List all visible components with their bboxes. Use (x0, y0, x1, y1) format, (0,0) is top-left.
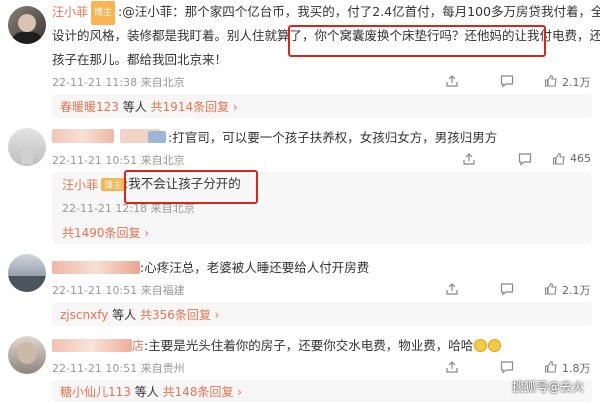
avatar[interactable] (8, 254, 46, 292)
author-badge: 博主 (91, 1, 116, 25)
comment-text-line: 孩子在那儿。都给我回北京来！ (52, 52, 228, 67)
view-replies-link[interactable]: 共356条回复 (140, 308, 211, 322)
like-count: 1.8万 (562, 362, 591, 375)
share-icon[interactable] (445, 74, 459, 88)
like-icon[interactable] (544, 360, 558, 374)
comment-text: :@汪小菲：那个家四个亿台币，我买的，付了2.4亿首付，每月100多万房贷我付着… (118, 4, 600, 19)
comment-icon[interactable] (518, 152, 532, 166)
highlight-box (288, 25, 546, 57)
comment-icon[interactable] (500, 360, 514, 374)
comment-author[interactable]: 汪小菲 (52, 5, 88, 19)
share-icon[interactable] (445, 282, 459, 296)
blurred-username (52, 261, 140, 274)
comment-icon[interactable] (500, 74, 514, 88)
laugh-emoji-icon (488, 339, 502, 352)
comment-timestamp: 22-11-21 10:51 来自贵州 (52, 362, 185, 375)
reply-author[interactable]: 汪小菲 (62, 178, 98, 192)
comment-icon[interactable] (500, 282, 514, 296)
avatar[interactable] (8, 6, 46, 44)
chevron-right-icon: › (233, 385, 243, 399)
like-icon[interactable] (544, 282, 558, 296)
reply-user[interactable]: zjscnxfy (60, 308, 108, 322)
avatar[interactable] (8, 128, 46, 166)
reply-summary[interactable]: 糖小仙儿113 等人 共148条回复 › (52, 380, 592, 402)
share-icon[interactable] (445, 360, 459, 374)
comment-timestamp: 22-11-21 11:38 来自北京 (52, 76, 185, 89)
avatar[interactable] (8, 336, 46, 374)
chevron-right-icon: › (210, 308, 220, 322)
comment-text: :主要是光头住着你的房子，还要你交水电费，物业费，哈哈 (144, 338, 474, 353)
blurred-username (52, 339, 132, 352)
comment-text: :打官司，可以要一个孩子扶养权，女孩归女方，男孩归男方 (168, 130, 498, 145)
comment-timestamp: 22-11-21 10:51 来自福建 (52, 284, 185, 297)
author-badge: 博主 (101, 178, 126, 191)
view-replies-link[interactable]: 共148条回复 (163, 385, 234, 399)
like-icon[interactable] (552, 152, 566, 166)
view-replies-link[interactable]: 共1490条回复 (62, 226, 141, 240)
chevron-right-icon: › (140, 226, 150, 240)
chevron-right-icon: › (229, 100, 238, 114)
reply-user[interactable]: 春暖暖123 (60, 100, 119, 114)
like-count: 465 (570, 152, 591, 165)
share-icon[interactable] (462, 152, 476, 166)
highlight-box (124, 170, 258, 204)
view-replies-link[interactable]: 共1914条回复 (151, 100, 230, 114)
watermark: 搜狐号@去火 (512, 380, 585, 394)
reply-summary[interactable]: zjscnxfy 等人 共356条回复 › (52, 302, 592, 326)
like-count: 2.1万 (562, 76, 591, 89)
like-count: 2.1万 (562, 284, 591, 297)
blurred-avatar (148, 131, 166, 143)
reply-user[interactable]: 糖小仙儿113 (60, 385, 131, 399)
comment-timestamp: 22-11-21 10:51 来自北京 (52, 154, 185, 167)
comment-text: :心疼汪总，老婆被人睡还要给人付开房费 (140, 260, 370, 275)
laugh-emoji-icon (474, 339, 488, 352)
reply-summary[interactable]: 春暖暖123 等人 共1914条回复 › (52, 94, 592, 118)
like-icon[interactable] (544, 74, 558, 88)
comment-author-suffix[interactable]: 店 (132, 339, 144, 353)
